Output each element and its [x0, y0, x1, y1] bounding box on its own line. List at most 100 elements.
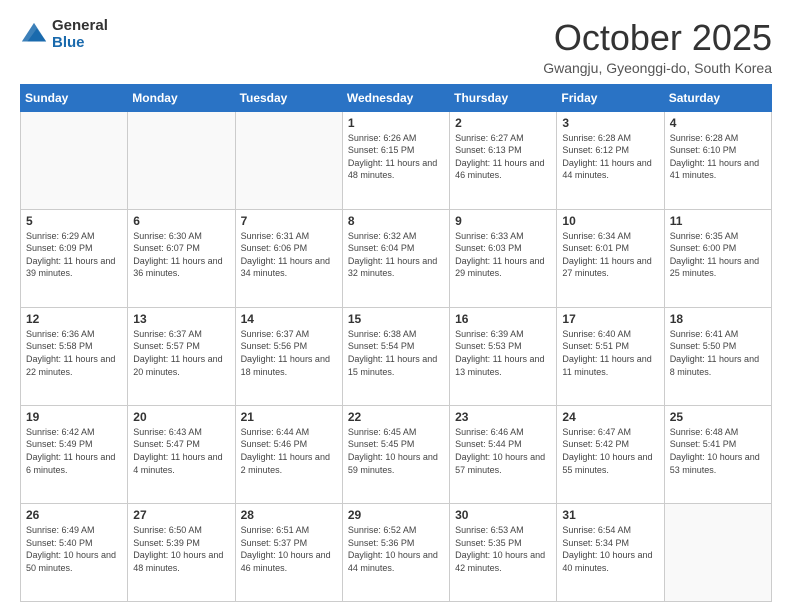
calendar-week-row: 5 Sunrise: 6:29 AM Sunset: 6:09 PM Daylig…	[21, 209, 772, 307]
table-row: 10Sunrise: 6:34 AM Sunset: 6:01 PM Dayli…	[557, 209, 664, 307]
day-number: 27	[133, 508, 229, 522]
day-info: Sunrise: 6:28 AM Sunset: 6:12 PM Dayligh…	[562, 132, 658, 182]
day-info: Sunrise: 6:37 AM Sunset: 5:56 PM Dayligh…	[241, 328, 337, 378]
day-info: Sunrise: 6:26 AM Sunset: 6:15 PM Dayligh…	[348, 132, 444, 182]
table-row: 5 Sunrise: 6:29 AM Sunset: 6:09 PM Daylig…	[21, 209, 128, 307]
table-row: 24 Sunrise: 6:47 AM Sunset: 5:42 PM Dayli…	[557, 405, 664, 503]
table-row: 28Sunrise: 6:51 AM Sunset: 5:37 PM Dayli…	[235, 503, 342, 601]
day-number: 5	[26, 214, 122, 228]
col-saturday: Saturday	[664, 84, 771, 111]
col-wednesday: Wednesday	[342, 84, 449, 111]
month-title: October 2025	[543, 18, 772, 58]
table-row: 19 Sunrise: 6:42 AM Sunset: 5:49 PM Dayli…	[21, 405, 128, 503]
table-row	[664, 503, 771, 601]
table-row: 15 Sunrise: 6:38 AM Sunset: 5:54 PM Dayli…	[342, 307, 449, 405]
table-row: 1 Sunrise: 6:26 AM Sunset: 6:15 PM Daylig…	[342, 111, 449, 209]
day-info: Sunrise: 6:50 AM Sunset: 5:39 PM Dayligh…	[133, 524, 229, 574]
table-row: 4 Sunrise: 6:28 AM Sunset: 6:10 PM Daylig…	[664, 111, 771, 209]
day-info: Sunrise: 6:44 AM Sunset: 5:46 PM Dayligh…	[241, 426, 337, 476]
day-number: 13	[133, 312, 229, 326]
col-tuesday: Tuesday	[235, 84, 342, 111]
col-thursday: Thursday	[450, 84, 557, 111]
table-row: 2 Sunrise: 6:27 AM Sunset: 6:13 PM Daylig…	[450, 111, 557, 209]
day-number: 21	[241, 410, 337, 424]
day-number: 29	[348, 508, 444, 522]
logo-general-text: General	[52, 18, 108, 35]
day-info: Sunrise: 6:36 AM Sunset: 5:58 PM Dayligh…	[26, 328, 122, 378]
day-number: 11	[670, 214, 766, 228]
day-info: Sunrise: 6:35 AM Sunset: 6:00 PM Dayligh…	[670, 230, 766, 280]
day-number: 24	[562, 410, 658, 424]
day-info: Sunrise: 6:29 AM Sunset: 6:09 PM Dayligh…	[26, 230, 122, 280]
day-number: 31	[562, 508, 658, 522]
day-info: Sunrise: 6:32 AM Sunset: 6:04 PM Dayligh…	[348, 230, 444, 280]
day-number: 23	[455, 410, 551, 424]
calendar-week-row: 1 Sunrise: 6:26 AM Sunset: 6:15 PM Daylig…	[21, 111, 772, 209]
table-row: 30Sunrise: 6:53 AM Sunset: 5:35 PM Dayli…	[450, 503, 557, 601]
day-number: 4	[670, 116, 766, 130]
table-row	[235, 111, 342, 209]
day-number: 25	[670, 410, 766, 424]
col-friday: Friday	[557, 84, 664, 111]
logo-blue-text: Blue	[52, 35, 108, 52]
logo-text: General Blue	[52, 18, 108, 51]
table-row: 3 Sunrise: 6:28 AM Sunset: 6:12 PM Daylig…	[557, 111, 664, 209]
table-row: 9Sunrise: 6:33 AM Sunset: 6:03 PM Daylig…	[450, 209, 557, 307]
logo-icon	[20, 21, 48, 49]
calendar-week-row: 26Sunrise: 6:49 AM Sunset: 5:40 PM Dayli…	[21, 503, 772, 601]
table-row: 17Sunrise: 6:40 AM Sunset: 5:51 PM Dayli…	[557, 307, 664, 405]
day-info: Sunrise: 6:27 AM Sunset: 6:13 PM Dayligh…	[455, 132, 551, 182]
day-info: Sunrise: 6:45 AM Sunset: 5:45 PM Dayligh…	[348, 426, 444, 476]
day-number: 15	[348, 312, 444, 326]
day-number: 6	[133, 214, 229, 228]
day-info: Sunrise: 6:52 AM Sunset: 5:36 PM Dayligh…	[348, 524, 444, 574]
table-row: 25Sunrise: 6:48 AM Sunset: 5:41 PM Dayli…	[664, 405, 771, 503]
calendar-week-row: 19 Sunrise: 6:42 AM Sunset: 5:49 PM Dayli…	[21, 405, 772, 503]
table-row: 8 Sunrise: 6:32 AM Sunset: 6:04 PM Daylig…	[342, 209, 449, 307]
table-row: 13 Sunrise: 6:37 AM Sunset: 5:57 PM Dayli…	[128, 307, 235, 405]
day-info: Sunrise: 6:31 AM Sunset: 6:06 PM Dayligh…	[241, 230, 337, 280]
table-row: 14 Sunrise: 6:37 AM Sunset: 5:56 PM Dayli…	[235, 307, 342, 405]
day-info: Sunrise: 6:41 AM Sunset: 5:50 PM Dayligh…	[670, 328, 766, 378]
calendar-header-row: Sunday Monday Tuesday Wednesday Thursday…	[21, 84, 772, 111]
day-number: 12	[26, 312, 122, 326]
location: Gwangju, Gyeonggi-do, South Korea	[543, 60, 772, 76]
day-number: 8	[348, 214, 444, 228]
table-row	[128, 111, 235, 209]
day-number: 14	[241, 312, 337, 326]
day-info: Sunrise: 6:39 AM Sunset: 5:53 PM Dayligh…	[455, 328, 551, 378]
day-info: Sunrise: 6:37 AM Sunset: 5:57 PM Dayligh…	[133, 328, 229, 378]
day-number: 9	[455, 214, 551, 228]
day-info: Sunrise: 6:42 AM Sunset: 5:49 PM Dayligh…	[26, 426, 122, 476]
page: General Blue October 2025 Gwangju, Gyeon…	[0, 0, 792, 612]
day-number: 30	[455, 508, 551, 522]
day-info: Sunrise: 6:49 AM Sunset: 5:40 PM Dayligh…	[26, 524, 122, 574]
day-info: Sunrise: 6:28 AM Sunset: 6:10 PM Dayligh…	[670, 132, 766, 182]
day-number: 20	[133, 410, 229, 424]
day-number: 2	[455, 116, 551, 130]
table-row: 7Sunrise: 6:31 AM Sunset: 6:06 PM Daylig…	[235, 209, 342, 307]
day-number: 3	[562, 116, 658, 130]
table-row	[21, 111, 128, 209]
logo: General Blue	[20, 18, 108, 51]
day-info: Sunrise: 6:38 AM Sunset: 5:54 PM Dayligh…	[348, 328, 444, 378]
table-row: 21 Sunrise: 6:44 AM Sunset: 5:46 PM Dayli…	[235, 405, 342, 503]
table-row: 27 Sunrise: 6:50 AM Sunset: 5:39 PM Dayli…	[128, 503, 235, 601]
day-number: 19	[26, 410, 122, 424]
table-row: 11 Sunrise: 6:35 AM Sunset: 6:00 PM Dayli…	[664, 209, 771, 307]
table-row: 18 Sunrise: 6:41 AM Sunset: 5:50 PM Dayli…	[664, 307, 771, 405]
table-row: 6Sunrise: 6:30 AM Sunset: 6:07 PM Daylig…	[128, 209, 235, 307]
table-row: 22 Sunrise: 6:45 AM Sunset: 5:45 PM Dayli…	[342, 405, 449, 503]
calendar-table: Sunday Monday Tuesday Wednesday Thursday…	[20, 84, 772, 602]
day-number: 28	[241, 508, 337, 522]
day-number: 18	[670, 312, 766, 326]
title-block: October 2025 Gwangju, Gyeonggi-do, South…	[543, 18, 772, 76]
col-monday: Monday	[128, 84, 235, 111]
day-number: 17	[562, 312, 658, 326]
day-number: 10	[562, 214, 658, 228]
day-number: 16	[455, 312, 551, 326]
col-sunday: Sunday	[21, 84, 128, 111]
day-number: 22	[348, 410, 444, 424]
day-number: 1	[348, 116, 444, 130]
day-info: Sunrise: 6:47 AM Sunset: 5:42 PM Dayligh…	[562, 426, 658, 476]
